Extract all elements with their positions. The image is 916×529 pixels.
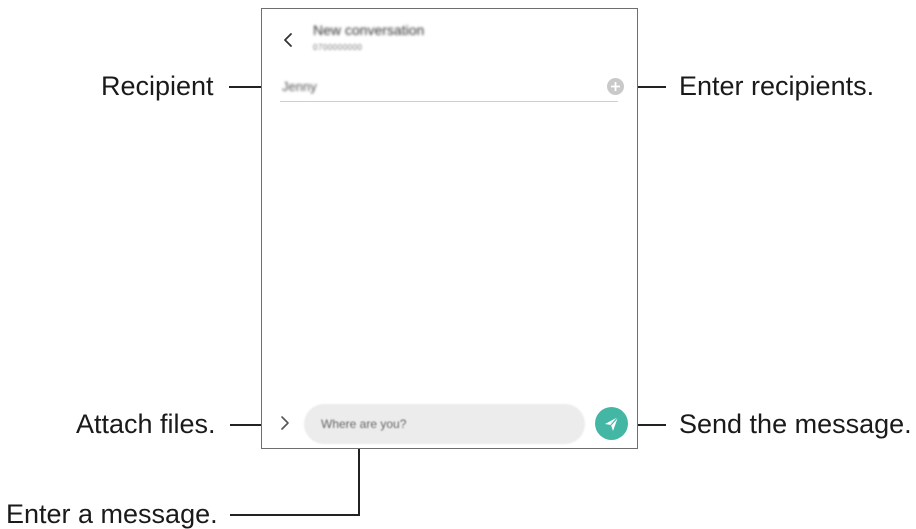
enter-message-callout-line — [230, 441, 360, 516]
back-button[interactable] — [280, 29, 296, 51]
send-message-label: Send the message. — [679, 409, 912, 439]
plus-circle-icon — [607, 78, 624, 95]
paper-plane-icon — [605, 416, 619, 431]
attach-button[interactable] — [278, 413, 292, 433]
send-button[interactable] — [595, 407, 628, 440]
chevron-left-icon — [284, 33, 292, 47]
page: New conversation 0700000000 Jenny Where … — [0, 0, 916, 529]
conversation-title: New conversation — [313, 22, 425, 38]
add-recipient-button[interactable] — [606, 77, 625, 96]
recipient-label: Recipient — [101, 71, 214, 101]
enter-message-label: Enter a message. — [6, 499, 218, 529]
chevron-right-icon — [281, 416, 289, 430]
recipient-value: Jenny — [282, 79, 317, 94]
attach-files-label: Attach files. — [76, 409, 216, 439]
enter-recipients-label: Enter recipients. — [679, 71, 875, 101]
phone-screen: New conversation 0700000000 Jenny — [261, 8, 638, 449]
conversation-subtitle: 0700000000 — [313, 43, 363, 52]
message-input[interactable] — [304, 404, 585, 444]
recipient-field[interactable]: Jenny — [280, 72, 624, 102]
